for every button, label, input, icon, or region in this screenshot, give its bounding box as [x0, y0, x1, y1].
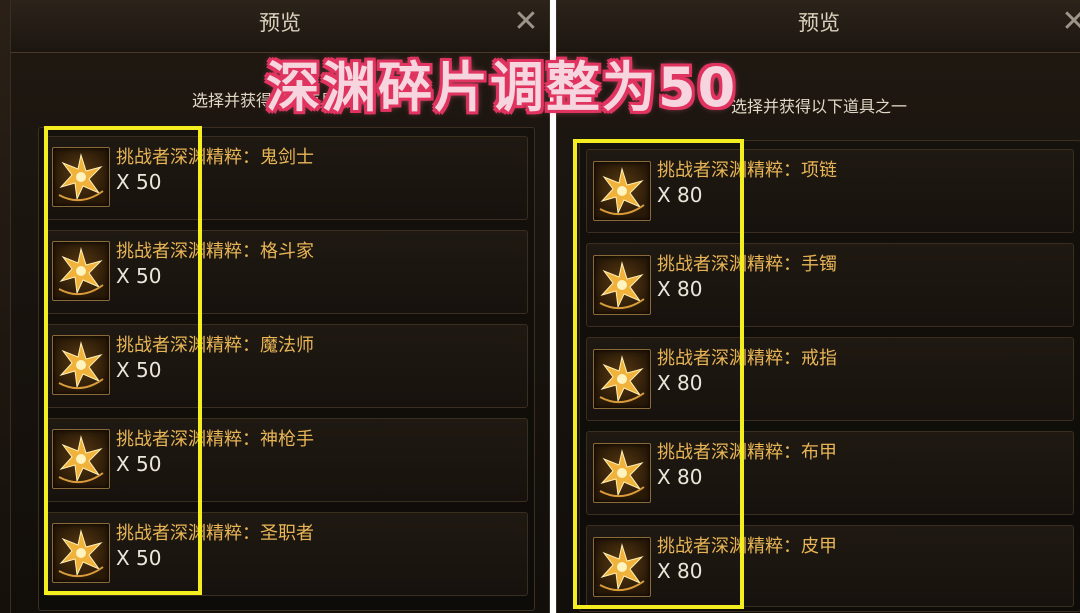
- close-icon[interactable]: ✕: [511, 7, 541, 38]
- close-icon[interactable]: ✕: [1059, 7, 1080, 38]
- highlight-box-left: [44, 126, 202, 595]
- panel-title: 预览: [11, 0, 549, 53]
- background-edge: [0, 0, 10, 613]
- panel-title: 预览: [557, 0, 1080, 53]
- announcement-banner: 深渊碎片调整为50: [266, 56, 738, 119]
- highlight-box-right: [573, 139, 744, 609]
